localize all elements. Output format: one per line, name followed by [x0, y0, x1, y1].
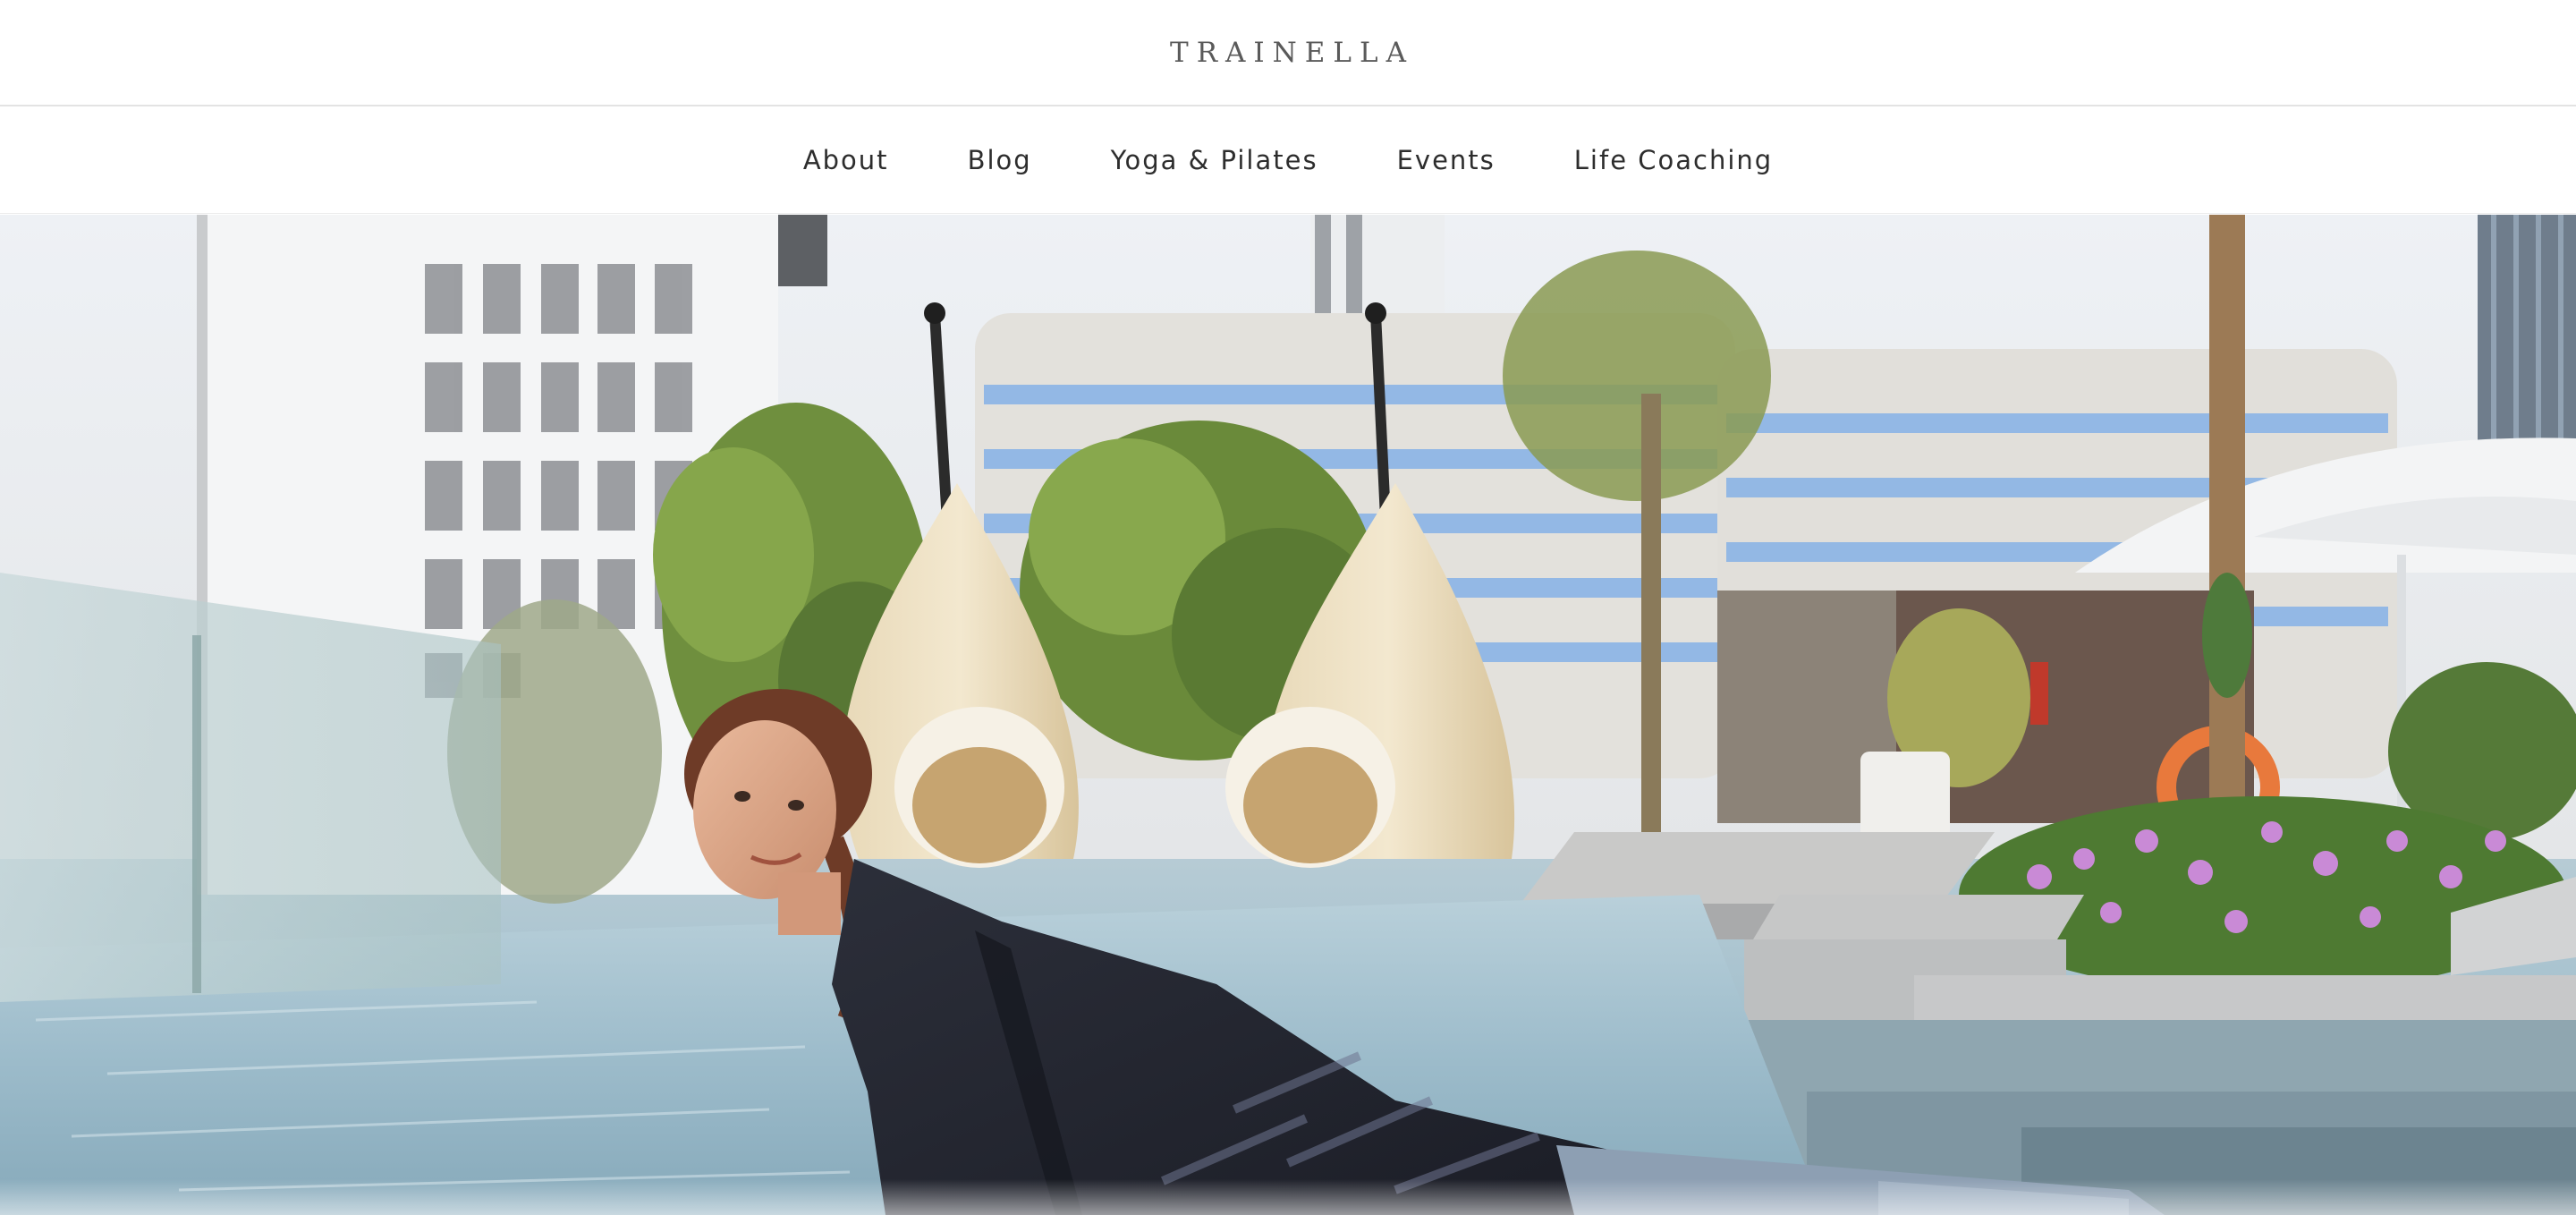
nav-item-events[interactable]: Events — [1397, 145, 1496, 175]
nav-item-life-coaching[interactable]: Life Coaching — [1574, 145, 1773, 175]
nav-item-blog[interactable]: Blog — [968, 145, 1032, 175]
nav-item-yoga-pilates[interactable]: Yoga & Pilates — [1111, 145, 1318, 175]
nav-list: About Blog Yoga & Pilates Events Life Co… — [764, 145, 1812, 175]
site-header: TRAINELLA — [0, 0, 2576, 106]
page: TRAINELLA About Blog Yoga & Pilates Even… — [0, 0, 2576, 1215]
site-logo[interactable]: TRAINELLA — [1162, 37, 1414, 69]
hero-photo-illustration — [0, 215, 2576, 1215]
hero-image — [0, 215, 2576, 1215]
nav-item-about[interactable]: About — [803, 145, 889, 175]
main-nav: About Blog Yoga & Pilates Events Life Co… — [0, 106, 2576, 214]
hero-bottom-fade — [0, 1179, 2576, 1215]
